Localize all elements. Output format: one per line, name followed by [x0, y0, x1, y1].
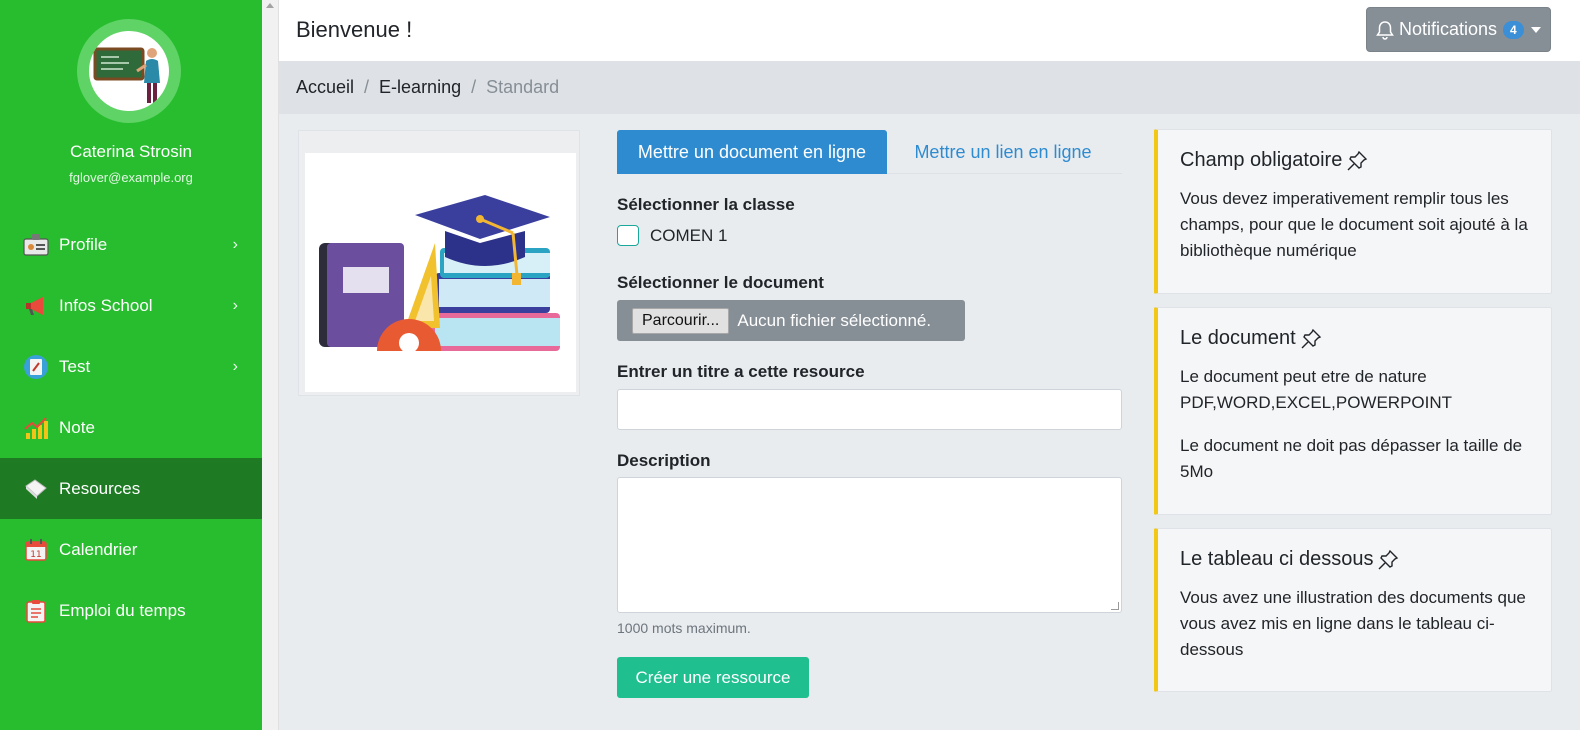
sidebar-item-profile[interactable]: Profile › [0, 214, 262, 275]
sidebar-item-label: Emploi du temps [59, 600, 186, 620]
notifications-count-badge: 4 [1503, 20, 1524, 39]
scrollbar[interactable] [262, 0, 279, 730]
info-card-text: Vous devez imperativement remplir tous l… [1180, 189, 1528, 260]
breadcrumb-link-e-learning[interactable]: E-learning [379, 77, 461, 98]
sidebar-item-emploi-du-temps[interactable]: Emploi du temps [0, 580, 262, 641]
info-card-text: Vous avez une illustration des documents… [1180, 588, 1526, 659]
bar-chart-icon [22, 414, 50, 442]
bell-icon [1376, 20, 1394, 40]
title-input[interactable] [617, 389, 1122, 430]
book-icon [22, 475, 50, 503]
notifications-label: Notifications [1399, 19, 1498, 39]
info-card-text: Le document peut etre de nature PDF,WORD… [1180, 367, 1453, 412]
page-title: Bienvenue ! [296, 17, 413, 42]
notifications-button[interactable]: Notifications 4 [1366, 7, 1551, 52]
breadcrumb: Accueil / E-learning / Standard [279, 61, 1580, 114]
calendar-icon: 11 [22, 536, 50, 564]
sidebar-nav: Profile › Infos School › Test › Note Res… [0, 214, 262, 641]
class-checkbox[interactable] [617, 225, 639, 246]
class-label: Sélectionner la classe [617, 195, 795, 214]
clipboard-icon [22, 597, 50, 625]
info-card-title: Le document [1180, 327, 1529, 350]
info-card-document: Le document Le document peut etre de nat… [1154, 307, 1552, 515]
chevron-right-icon: › [232, 357, 238, 375]
sidebar-item-calendrier[interactable]: 11 Calendrier [0, 519, 262, 580]
pushpin-icon [1378, 549, 1399, 569]
id-card-icon [22, 231, 50, 259]
breadcrumb-current: Standard [486, 77, 560, 97]
sidebar-item-resources[interactable]: Resources [0, 458, 262, 519]
tab-upload-document[interactable]: Mettre un document en ligne [617, 130, 887, 174]
create-resource-button[interactable]: Créer une ressource [617, 657, 809, 698]
description-hint: 1000 mots maximum. [617, 620, 751, 636]
info-card-title-text: Le tableau ci dessous [1180, 548, 1374, 570]
file-input[interactable]: Parcourir... Aucun fichier sélectionné. [617, 300, 965, 341]
education-illustration-image [305, 153, 576, 392]
info-card-title: Le tableau ci dessous [1180, 548, 1529, 571]
sidebar-item-note[interactable]: Note [0, 397, 262, 458]
sidebar-item-infos-school[interactable]: Infos School › [0, 275, 262, 336]
sidebar-item-label: Profile [59, 234, 108, 254]
info-card-required: Champ obligatoire Vous devez imperativem… [1154, 129, 1552, 294]
scroll-up-arrow-icon[interactable] [266, 3, 274, 8]
sidebar-item-test[interactable]: Test › [0, 336, 262, 397]
tab-upload-link[interactable]: Mettre un lien en ligne [887, 130, 1119, 174]
user-email: fglover@example.org [69, 170, 193, 185]
chevron-right-icon: › [232, 235, 238, 253]
info-card-title-text: Le document [1180, 327, 1296, 349]
title-label: Entrer un titre a cette resource [617, 362, 865, 381]
file-status: Aucun fichier sélectionné. [737, 310, 932, 330]
sidebar-item-label: Infos School [59, 295, 153, 315]
sidebar-item-label: Calendrier [59, 539, 138, 559]
info-card-title-text: Champ obligatoire [1180, 149, 1343, 171]
pushpin-icon [1347, 150, 1368, 170]
sidebar-item-label: Resources [59, 478, 141, 498]
chevron-right-icon: › [232, 296, 238, 314]
info-card-table: Le tableau ci dessous Vous avez une illu… [1154, 528, 1552, 692]
user-name: Caterina Strosin [70, 142, 192, 161]
test-badge-icon [22, 353, 50, 381]
pushpin-icon [1301, 328, 1321, 348]
breadcrumb-separator: / [364, 77, 370, 97]
breadcrumb-separator: / [471, 77, 477, 97]
document-label: Sélectionner le document [617, 273, 824, 292]
description-textarea[interactable] [617, 477, 1122, 613]
sidebar: Caterina Strosin fglover@example.org Pro… [0, 0, 262, 730]
teacher-avatar-image [89, 31, 169, 111]
illustration-card [298, 130, 580, 396]
info-card-title: Champ obligatoire [1180, 149, 1529, 172]
megaphone-icon [22, 292, 50, 320]
class-option-label[interactable]: COMEN 1 [650, 226, 727, 246]
resize-handle-icon[interactable] [1111, 602, 1119, 610]
caret-down-icon [1530, 26, 1541, 33]
header: Bienvenue ! Notifications 4 [279, 0, 1580, 61]
upload-tabs: Mettre un document en ligne Mettre un li… [617, 130, 1122, 174]
browse-button[interactable]: Parcourir... [632, 307, 730, 334]
sidebar-item-label: Note [59, 417, 95, 437]
description-label: Description [617, 451, 711, 470]
info-card-text: Le document ne doit pas dépasser la tail… [1180, 436, 1523, 481]
svg-text:11: 11 [30, 550, 41, 560]
breadcrumb-link-accueil[interactable]: Accueil [296, 77, 354, 98]
sidebar-item-label: Test [59, 356, 91, 376]
avatar[interactable] [77, 19, 181, 123]
